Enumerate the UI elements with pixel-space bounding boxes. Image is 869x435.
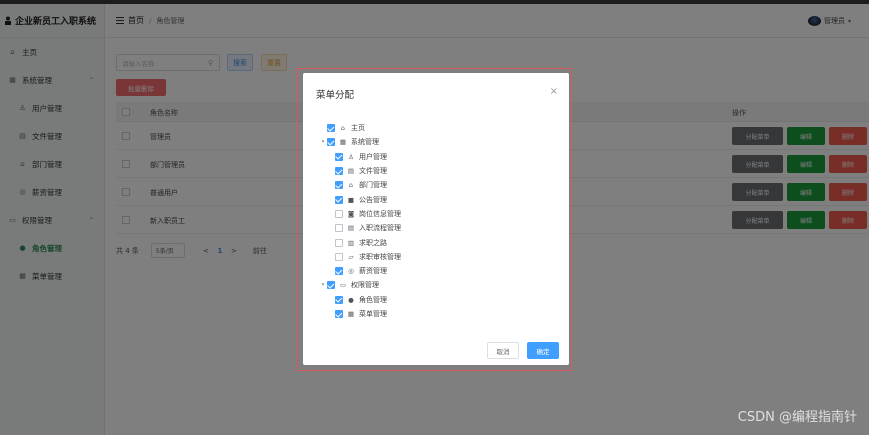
tree-node-label: 求职之路: [359, 238, 387, 247]
tree-node-users[interactable]: ♙ 用户管理: [319, 150, 401, 164]
close-icon[interactable]: ×: [550, 86, 558, 97]
cancel-button[interactable]: 取消: [487, 342, 519, 359]
tree-node-positions[interactable]: ◙ 岗位信息管理: [319, 207, 401, 221]
tree-node-system[interactable]: ▾ ▦ 系统管理: [319, 135, 401, 149]
doc-icon: ▤: [347, 224, 355, 233]
tree-node-label: 主页: [351, 124, 365, 133]
tree-checkbox[interactable]: [335, 310, 343, 318]
home-icon: ⌂: [340, 124, 346, 133]
monitor-icon: ▭: [339, 281, 347, 290]
tree-checkbox[interactable]: [335, 267, 343, 276]
user-icon: ♙: [348, 152, 354, 161]
camera-icon: ◙: [347, 209, 355, 218]
menu-assign-dialog: 菜单分配 × ⌂ 主页 ▾ ▦ 系统管理 ♙ 用户管理 ▤ 文件管理 ⌂ 部门管…: [303, 73, 569, 365]
tree-checkbox[interactable]: [335, 152, 343, 161]
tree-checkbox[interactable]: [335, 252, 343, 261]
list-icon: ▥: [347, 238, 355, 247]
tree-checkbox[interactable]: [335, 209, 343, 218]
tree-checkbox[interactable]: [327, 138, 335, 147]
tree-checkbox[interactable]: [327, 281, 335, 290]
expand-arrow-icon[interactable]: ▾: [319, 282, 327, 288]
tree-node-salary[interactable]: ◎ 薪资管理: [319, 264, 401, 278]
tree-node-job-review[interactable]: ▱ 求职审核管理: [319, 250, 401, 264]
tree-node-label: 角色管理: [359, 295, 387, 304]
menu-tree: ⌂ 主页 ▾ ▦ 系统管理 ♙ 用户管理 ▤ 文件管理 ⌂ 部门管理 ■ 公告管…: [319, 121, 401, 321]
chat-icon: ■: [347, 195, 355, 204]
tree-node-onboarding[interactable]: ▤ 入职流程管理: [319, 221, 401, 235]
file-icon: ▤: [347, 167, 355, 176]
tree-node-label: 权限管理: [351, 281, 379, 290]
watermark: CSDN @编程指南针: [737, 410, 857, 425]
tree-checkbox[interactable]: [327, 124, 335, 133]
tree-checkbox[interactable]: [335, 295, 343, 304]
house-icon: ⌂: [348, 181, 354, 190]
tree-checkbox[interactable]: [335, 238, 343, 247]
tree-node-notices[interactable]: ■ 公告管理: [319, 192, 401, 206]
tree-checkbox[interactable]: [335, 224, 343, 233]
person-icon: ●: [348, 295, 354, 304]
tree-node-permissions[interactable]: ▾ ▭ 权限管理: [319, 278, 401, 292]
tree-node-menus[interactable]: ▦ 菜单管理: [319, 307, 401, 321]
tree-node-label: 用户管理: [359, 152, 387, 161]
tree-node-roles[interactable]: ● 角色管理: [319, 293, 401, 307]
tree-node-label: 系统管理: [351, 138, 379, 147]
tree-node-job-path[interactable]: ▥ 求职之路: [319, 235, 401, 249]
tree-node-home[interactable]: ⌂ 主页: [319, 121, 401, 135]
menu-grid-icon: ▦: [347, 310, 355, 318]
tree-node-departments[interactable]: ⌂ 部门管理: [319, 178, 401, 192]
tree-node-label: 文件管理: [359, 167, 387, 176]
coin-icon: ◎: [348, 267, 354, 276]
folder-icon: ▱: [348, 252, 354, 261]
tree-node-label: 岗位信息管理: [359, 209, 401, 218]
dialog-title: 菜单分配: [316, 90, 355, 101]
tree-node-label: 薪资管理: [359, 267, 387, 276]
tree-checkbox[interactable]: [335, 195, 343, 204]
tree-checkbox[interactable]: [335, 167, 343, 176]
tree-node-files[interactable]: ▤ 文件管理: [319, 164, 401, 178]
tree-node-label: 求职审核管理: [359, 252, 401, 261]
confirm-button[interactable]: 确定: [527, 342, 559, 359]
tree-node-label: 菜单管理: [359, 310, 387, 318]
expand-arrow-icon[interactable]: ▾: [319, 139, 327, 145]
tree-node-label: 部门管理: [359, 181, 387, 190]
tree-node-label: 公告管理: [359, 195, 387, 204]
tree-node-label: 入职流程管理: [359, 224, 401, 233]
tree-checkbox[interactable]: [335, 181, 343, 190]
grid-icon: ▦: [339, 138, 347, 147]
